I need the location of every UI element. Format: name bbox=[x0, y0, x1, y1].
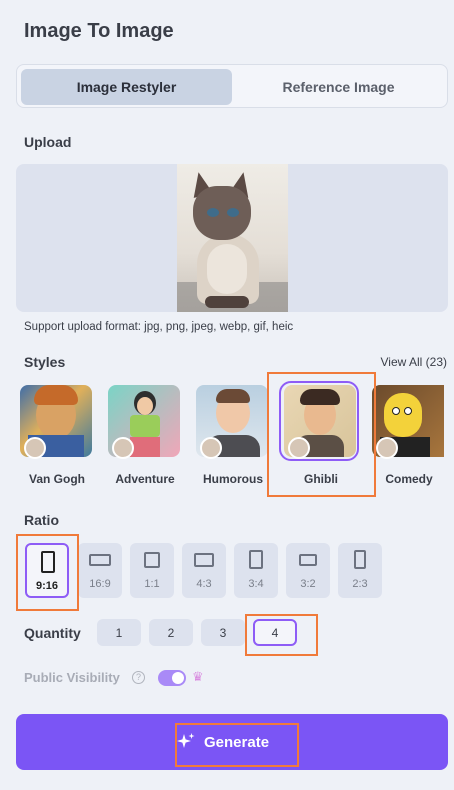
adventure-avatar bbox=[112, 437, 134, 459]
tab-image-restyler[interactable]: Image Restyler bbox=[21, 69, 232, 105]
ratio-1-1-button[interactable]: 1:1 bbox=[130, 543, 174, 598]
ratio-4-3-button[interactable]: 4:3 bbox=[182, 543, 226, 598]
humorous-avatar bbox=[200, 437, 222, 459]
ratio-2-3-button[interactable]: 2:3 bbox=[338, 543, 382, 598]
landscape-ratio-icon bbox=[194, 553, 214, 567]
public-visibility-label: Public Visibility bbox=[24, 670, 120, 685]
ratio-label-text: 3:4 bbox=[248, 578, 264, 590]
ghibli-highlight-box bbox=[267, 372, 376, 497]
square-ratio-icon bbox=[144, 552, 160, 568]
quantity-2-button[interactable]: 2 bbox=[149, 619, 193, 646]
quantity-label: Quantity bbox=[24, 625, 81, 641]
upload-label: Upload bbox=[24, 134, 72, 150]
quantity-highlight-box bbox=[245, 614, 318, 656]
generate-highlight-box bbox=[175, 723, 299, 767]
ratio-label-text: 3:2 bbox=[300, 578, 316, 590]
ratio-label-text: 4:3 bbox=[196, 578, 212, 590]
ratio-16-9-button[interactable]: 16:9 bbox=[78, 543, 122, 598]
quantity-1-button[interactable]: 1 bbox=[97, 619, 141, 646]
tab-reference-image[interactable]: Reference Image bbox=[233, 69, 444, 105]
ratio-3-2-button[interactable]: 3:2 bbox=[286, 543, 330, 598]
portrait-ratio-icon bbox=[249, 550, 263, 569]
ratio-3-4-button[interactable]: 3:4 bbox=[234, 543, 278, 598]
quantity-3-button[interactable]: 3 bbox=[201, 619, 245, 646]
style-label: Adventure bbox=[115, 472, 175, 486]
landscape-ratio-icon bbox=[299, 554, 317, 566]
style-label: Van Gogh bbox=[28, 472, 85, 486]
style-humorous[interactable]: Humorous bbox=[196, 385, 270, 493]
ratio-label: Ratio bbox=[24, 512, 59, 528]
style-adventure[interactable]: Adventure bbox=[108, 385, 182, 493]
upload-dropzone[interactable] bbox=[16, 164, 448, 312]
ratio-highlight-box bbox=[16, 534, 79, 611]
mode-tabs: Image Restyler Reference Image bbox=[16, 64, 448, 108]
crown-icon: ♛ bbox=[192, 669, 204, 684]
page-title: Image To Image bbox=[24, 20, 174, 42]
landscape-ratio-icon bbox=[89, 554, 111, 566]
style-van-gogh[interactable]: Van Gogh bbox=[20, 385, 94, 493]
help-icon[interactable]: ? bbox=[132, 671, 145, 684]
style-label: Humorous bbox=[203, 472, 263, 486]
ratio-label-text: 1:1 bbox=[144, 578, 160, 590]
styles-label: Styles bbox=[24, 354, 66, 370]
ratio-label-text: 2:3 bbox=[352, 578, 368, 590]
view-all-styles-link[interactable]: View All (23) bbox=[381, 355, 447, 369]
uploaded-cat-image bbox=[177, 164, 288, 312]
van-gogh-avatar bbox=[24, 437, 46, 459]
ratio-label-text: 16:9 bbox=[89, 578, 111, 590]
style-comedy[interactable]: Comedy bbox=[372, 385, 446, 493]
upload-formats-hint: Support upload format: jpg, png, jpeg, w… bbox=[24, 321, 294, 333]
portrait-ratio-icon bbox=[354, 550, 366, 569]
public-visibility-toggle[interactable] bbox=[158, 670, 186, 686]
comedy-avatar bbox=[376, 437, 398, 459]
